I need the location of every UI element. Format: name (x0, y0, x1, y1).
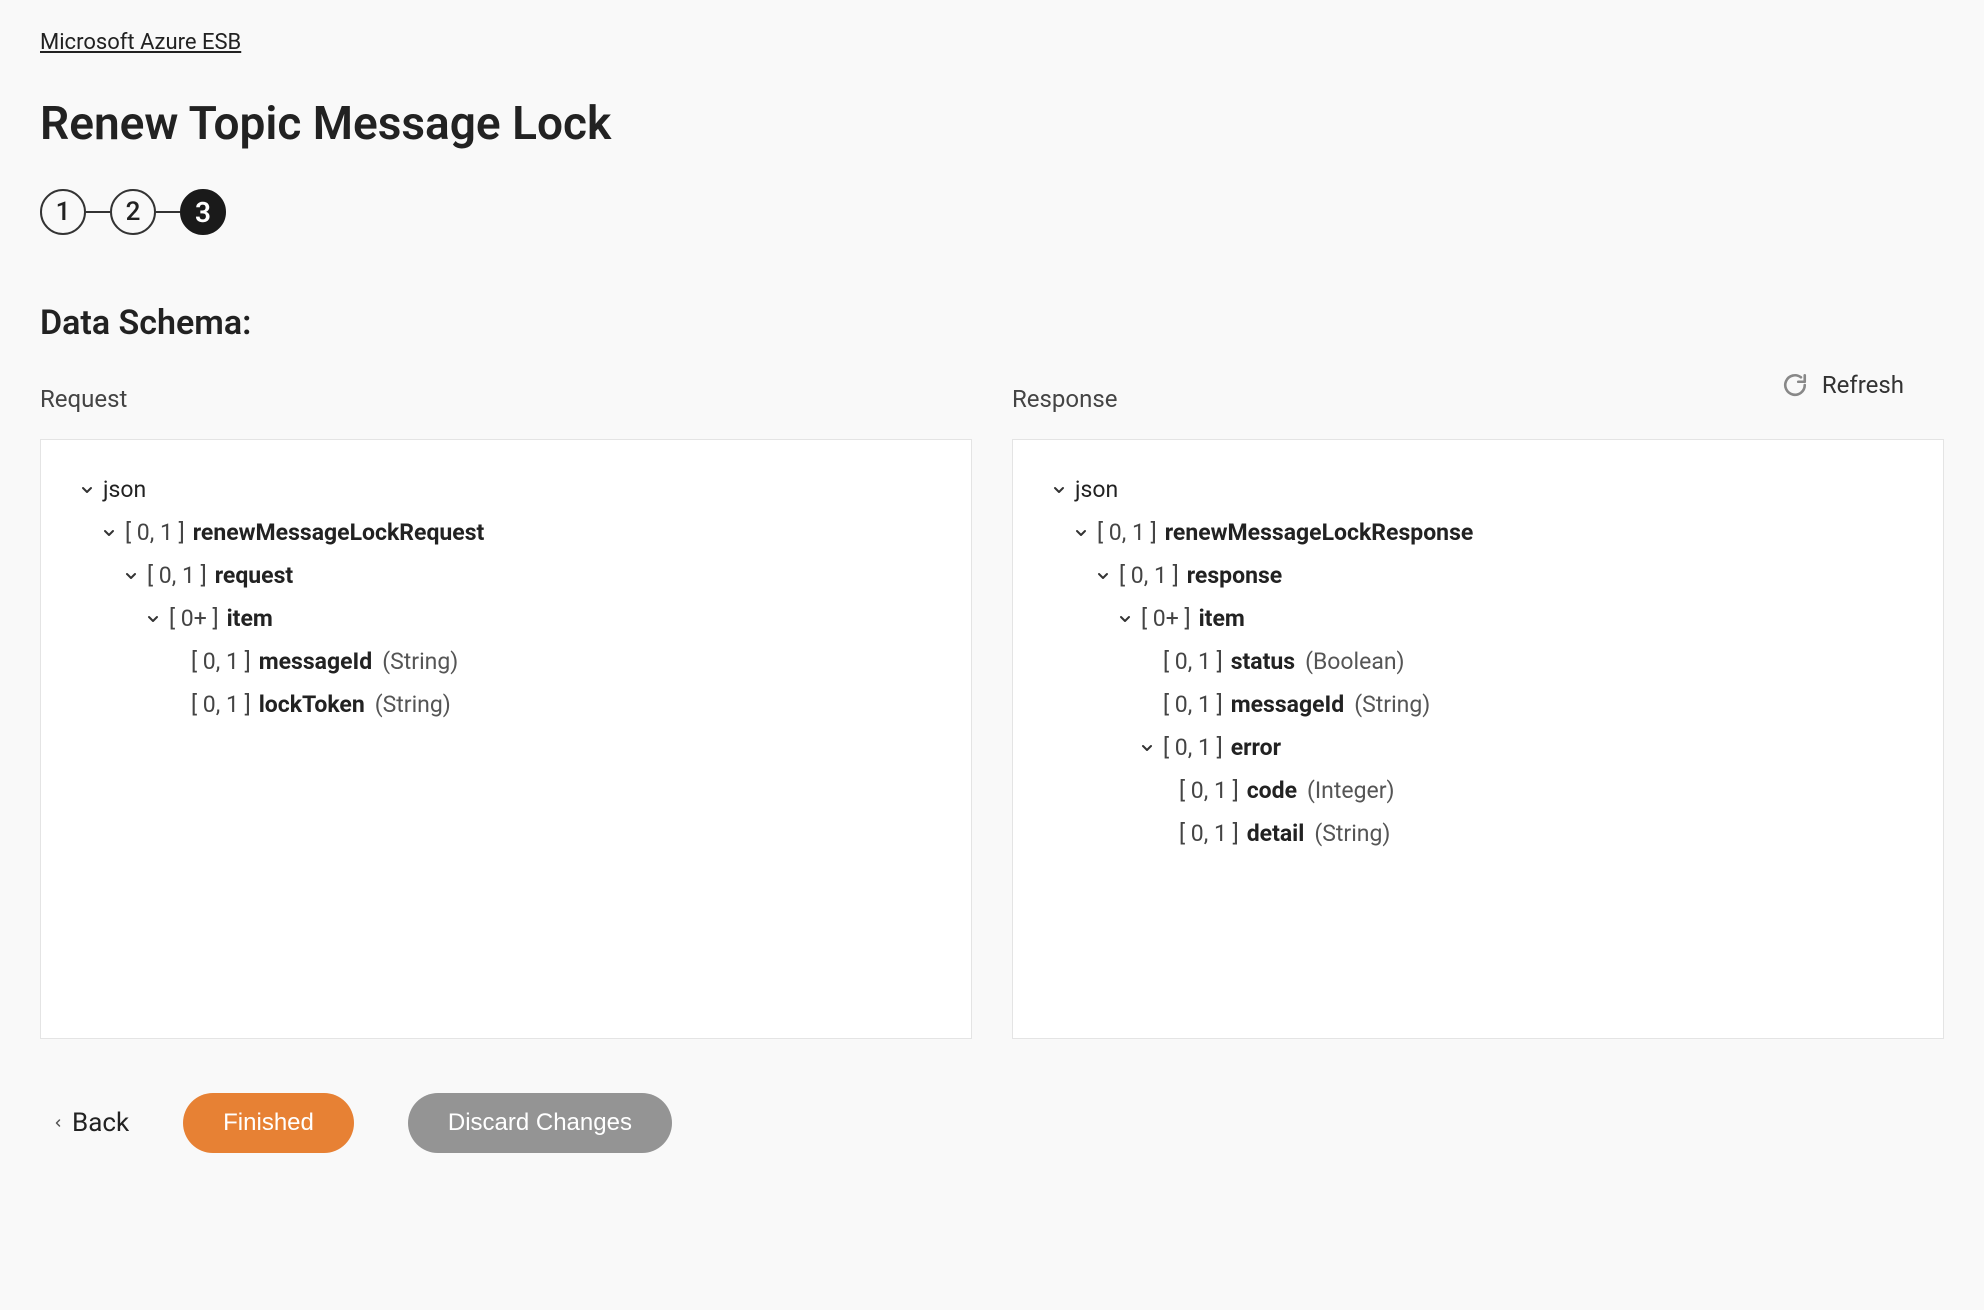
tree-leaf: [ 0, 1 ] messageId (String) (1137, 683, 1907, 726)
step-3[interactable]: 3 (180, 189, 226, 235)
tree-node[interactable]: [ 0+ ] item (143, 597, 935, 640)
tree-node-cardinality: [ 0, 1 ] (1097, 519, 1157, 546)
tree-node-label: json (1075, 476, 1118, 503)
tree-node-type: (String) (1314, 820, 1390, 847)
tree-node[interactable]: [ 0, 1 ] response (1093, 554, 1907, 597)
tree-node-cardinality: [ 0, 1 ] (1179, 777, 1239, 804)
tree-node-label: json (103, 476, 146, 503)
chevron-down-icon (143, 609, 163, 629)
tree-node[interactable]: [ 0+ ] item (1115, 597, 1907, 640)
chevron-down-icon (121, 566, 141, 586)
page-title: Renew Topic Message Lock (40, 97, 1944, 151)
tree-node[interactable]: [ 0, 1 ] renewMessageLockResponse (1071, 511, 1907, 554)
tree-node-name: request (215, 562, 294, 589)
stepper: 1 2 3 (40, 189, 1944, 235)
tree-node-name: code (1247, 777, 1297, 804)
tree-node-type: (Integer) (1307, 777, 1394, 804)
tree-root-request[interactable]: json (77, 468, 935, 511)
chevron-down-icon (1093, 566, 1113, 586)
tree-node-name: item (227, 605, 273, 632)
tree-node-cardinality: [ 0, 1 ] (191, 648, 251, 675)
tree-node-name: messageId (1231, 691, 1345, 718)
chevron-down-icon (77, 480, 97, 500)
tree-leaf: [ 0, 1 ] code (Integer) (1153, 769, 1907, 812)
tree-node[interactable]: [ 0, 1 ] renewMessageLockRequest (99, 511, 935, 554)
tree-node-name: renewMessageLockRequest (193, 519, 485, 546)
tree-node-name: response (1187, 562, 1283, 589)
back-label: Back (72, 1108, 129, 1138)
tree-node-type: (String) (382, 648, 458, 675)
request-panel: json [ 0, 1 ] renewMessageLockRequest [ … (40, 439, 972, 1039)
tree-node-cardinality: [ 0+ ] (169, 605, 219, 632)
tree-leaf: [ 0, 1 ] detail (String) (1153, 812, 1907, 855)
tree-node-cardinality: [ 0, 1 ] (1163, 734, 1223, 761)
tree-node-name: status (1231, 648, 1295, 675)
tree-node-cardinality: [ 0, 1 ] (1163, 648, 1223, 675)
chevron-down-icon (1115, 609, 1135, 629)
breadcrumb-link[interactable]: Microsoft Azure ESB (40, 30, 241, 55)
chevron-down-icon (1137, 738, 1157, 758)
tree-node-name: messageId (259, 648, 373, 675)
tree-node[interactable]: [ 0, 1 ] request (121, 554, 935, 597)
chevron-down-icon (1049, 480, 1069, 500)
tree-node-cardinality: [ 0, 1 ] (125, 519, 185, 546)
discard-button[interactable]: Discard Changes (408, 1093, 672, 1153)
tree-node-cardinality: [ 0, 1 ] (1179, 820, 1239, 847)
tree-node-cardinality: [ 0, 1 ] (1119, 562, 1179, 589)
request-panel-label: Request (40, 385, 972, 413)
tree-leaf: [ 0, 1 ] status (Boolean) (1137, 640, 1907, 683)
chevron-down-icon (1071, 523, 1091, 543)
tree-node-name: item (1199, 605, 1245, 632)
chevron-left-icon (52, 1114, 64, 1132)
tree-leaf: [ 0, 1 ] lockToken (String) (165, 683, 935, 726)
tree-node-type: (String) (1354, 691, 1430, 718)
stepper-connector (156, 211, 180, 213)
tree-root-response[interactable]: json (1049, 468, 1907, 511)
tree-node-type: (Boolean) (1305, 648, 1404, 675)
tree-node-type: (String) (375, 691, 451, 718)
chevron-down-icon (99, 523, 119, 543)
tree-node-cardinality: [ 0, 1 ] (191, 691, 251, 718)
tree-node-name: renewMessageLockResponse (1165, 519, 1474, 546)
response-panel-label: Response (1012, 385, 1944, 413)
step-1[interactable]: 1 (40, 189, 86, 235)
section-title: Data Schema: (40, 303, 1944, 343)
response-panel: json [ 0, 1 ] renewMessageLockResponse [… (1012, 439, 1944, 1039)
tree-node-cardinality: [ 0, 1 ] (147, 562, 207, 589)
step-2[interactable]: 2 (110, 189, 156, 235)
tree-node-cardinality: [ 0, 1 ] (1163, 691, 1223, 718)
stepper-connector (86, 211, 110, 213)
tree-node-name: lockToken (259, 691, 365, 718)
tree-node[interactable]: [ 0, 1 ] error (1137, 726, 1907, 769)
tree-leaf: [ 0, 1 ] messageId (String) (165, 640, 935, 683)
back-button[interactable]: Back (52, 1108, 129, 1138)
finished-button[interactable]: Finished (183, 1093, 354, 1153)
tree-node-cardinality: [ 0+ ] (1141, 605, 1191, 632)
tree-node-name: error (1231, 734, 1281, 761)
tree-node-name: detail (1247, 820, 1305, 847)
